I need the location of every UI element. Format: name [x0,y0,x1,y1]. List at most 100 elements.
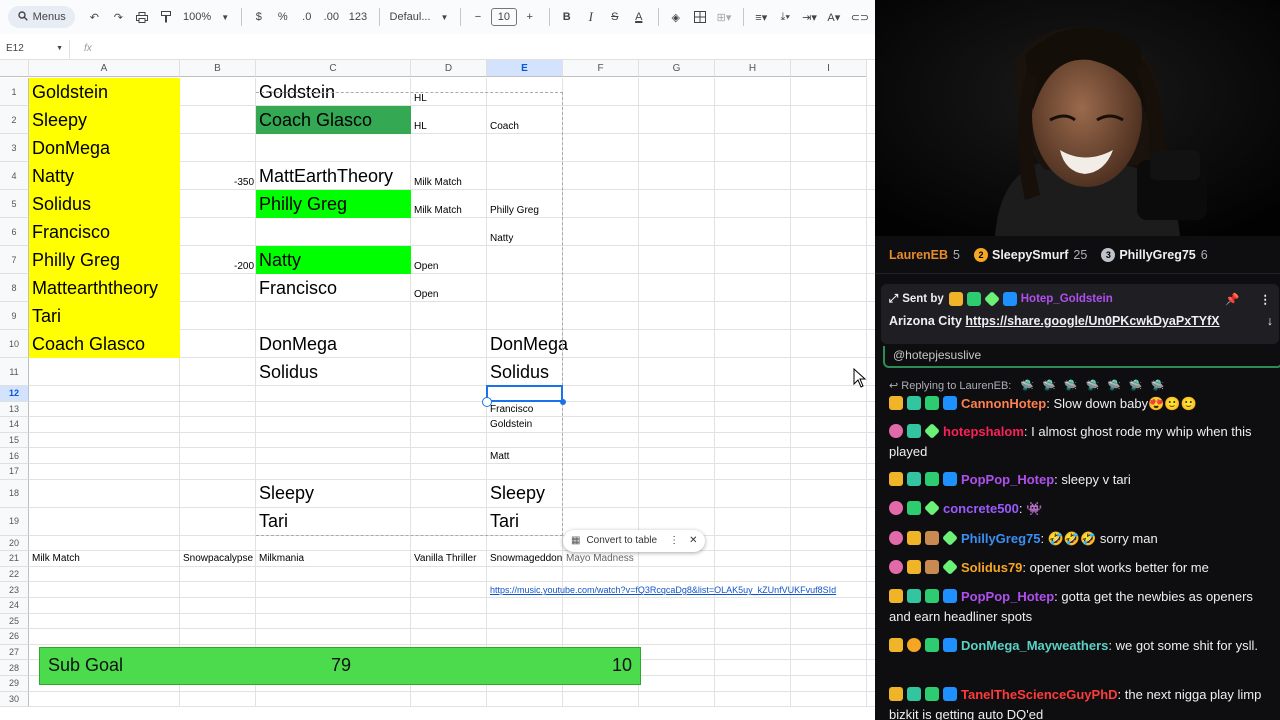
row-header-25[interactable]: 25 [0,613,29,630]
row-header-2[interactable]: 2 [0,106,29,134]
mod-badge-icon[interactable] [925,560,939,574]
row-header-19[interactable]: 19 [0,507,29,536]
row-header-6[interactable]: 6 [0,218,29,246]
sub-badge-icon[interactable] [907,501,921,515]
cell-c8[interactable]: Francisco [256,274,411,302]
row-header-27[interactable]: 27 [0,644,29,661]
sub-badge-icon[interactable] [925,687,939,701]
prime-badge-icon[interactable] [943,472,957,486]
cell-b4[interactable]: -350 [180,162,256,190]
row-header-17[interactable]: 17 [0,464,29,480]
cell-d8[interactable]: Open [411,274,487,302]
cell-a1[interactable]: Goldstein [29,78,180,106]
cell-a9[interactable]: Tari [29,302,180,330]
text-rotate-icon[interactable]: A▾ [823,5,845,29]
cell-a4[interactable]: Natty [29,162,180,190]
font-size-decrease-icon[interactable]: − [467,5,489,29]
gold-badge-icon[interactable] [907,638,921,652]
cell-a5[interactable]: Solidus [29,190,180,218]
text-wrap-icon[interactable]: ⇥▾ [798,5,821,29]
cell-c21[interactable]: Milkmania [256,551,411,567]
cell-c11[interactable]: Solidus [256,358,411,386]
leaderboard-entry[interactable]: LaurenEB 5 [889,248,960,262]
cell-d5[interactable]: Milk Match [411,190,487,218]
chat-username[interactable]: concrete500 [943,501,1019,516]
diamond-badge-icon[interactable] [924,423,940,439]
cell-c5[interactable]: Philly Greg [256,190,411,218]
merge-cells-icon[interactable]: ⊞▾ [713,5,736,29]
crown-badge-icon[interactable] [907,531,921,545]
sub-badge-icon[interactable] [925,589,939,603]
cell-c19[interactable]: Tari [256,508,411,536]
prime-badge-icon[interactable] [943,687,957,701]
cell-a7[interactable]: Philly Greg [29,246,180,274]
prime-badge-icon[interactable] [943,589,957,603]
crown-badge-icon[interactable] [889,396,903,410]
gift-badge-icon[interactable] [907,424,921,438]
cell-a21[interactable]: Milk Match [29,551,180,567]
diamond-badge-icon[interactable] [924,500,940,516]
chat-username[interactable]: TanelTheScienceGuyPhD [961,687,1118,702]
cell-a6[interactable]: Francisco [29,218,180,246]
row-header-7[interactable]: 7 [0,246,29,274]
menus-button[interactable]: Menus [8,6,76,28]
pinned-link[interactable]: https://share.google/Un0PKcwkDyaPxTYfX [965,314,1219,328]
column-header-i[interactable]: I [791,60,867,77]
pink-badge-icon[interactable] [889,560,903,574]
font-size-increase-icon[interactable]: + [519,5,541,29]
undo-icon[interactable]: ↶ [83,5,105,29]
chat-username[interactable]: hotepshalom [943,424,1024,439]
pink-badge-icon[interactable] [889,531,903,545]
row-header-15[interactable]: 15 [0,432,29,449]
cell-d1[interactable]: HL [411,78,487,106]
crown-badge-icon[interactable] [889,687,903,701]
cell-e6[interactable]: Natty [487,218,563,246]
row-header-30[interactable]: 30 [0,691,29,708]
cell-d2[interactable]: HL [411,106,487,134]
gift-badge-icon[interactable] [907,589,921,603]
font-select[interactable]: Defaul... ▼ [386,5,452,29]
zoom-select[interactable]: 100% ▼ [179,5,232,29]
column-header-g[interactable]: G [639,60,715,77]
prime-badge-icon[interactable] [943,396,957,410]
pinned-sender[interactable]: Hotep_Goldstein [1021,293,1113,305]
borders-icon[interactable] [689,5,711,29]
row-header-21[interactable]: 21 [0,551,29,567]
crown-badge-icon[interactable] [889,589,903,603]
row-header-1[interactable]: 1 [0,78,29,106]
diamond-badge-icon[interactable] [942,559,958,575]
column-header-d[interactable]: D [411,60,487,77]
chat-username[interactable]: PopPop_Hotep [961,589,1054,604]
column-header-e[interactable]: E [487,60,563,77]
bold-icon[interactable]: B [556,5,578,29]
chat-username[interactable]: PhillyGreg75 [961,531,1040,546]
sub-badge-icon[interactable] [925,396,939,410]
pink-badge-icon[interactable] [889,501,903,515]
cell-e13[interactable]: Francisco [487,402,563,418]
cell-b21[interactable]: Snowpacalypse [180,551,256,567]
mod-badge-icon[interactable] [925,531,939,545]
gift-badge-icon[interactable] [907,472,921,486]
cell-a3[interactable]: DonMega [29,134,180,162]
row-header-18[interactable]: 18 [0,479,29,508]
leaderboard-entry[interactable]: 3 PhillyGreg75 6 [1101,247,1208,262]
select-all-corner[interactable] [0,60,29,77]
paint-format-icon[interactable] [155,5,177,29]
cell-e18[interactable]: Sleepy [487,480,563,508]
row-header-13[interactable]: 13 [0,401,29,418]
cell-e23[interactable]: https://music.youtube.com/watch?v=fQ3Rcq… [487,582,836,598]
expand-arrow-icon[interactable]: ↓ [1267,314,1273,328]
cell-d21[interactable]: Vanilla Thriller [411,551,487,567]
crown-badge-icon[interactable] [889,638,903,652]
unpin-icon[interactable]: 📌 [1225,292,1239,306]
font-size-input[interactable]: 10 [490,8,517,26]
cell-e21[interactable]: Snowmageddon [487,551,563,567]
chat-username[interactable]: Solidus79 [961,560,1022,575]
reply-mention[interactable]: @hotepjesuslive [883,346,1280,368]
strikethrough-icon[interactable]: S [604,5,626,29]
cell-e14[interactable]: Goldstein [487,417,563,433]
cell-c1[interactable]: Goldstein [256,78,411,106]
cell-e11[interactable]: Solidus [487,358,563,386]
cell-c2[interactable]: Coach Glasco [256,106,411,134]
cell-e10[interactable]: DonMega [487,330,568,358]
